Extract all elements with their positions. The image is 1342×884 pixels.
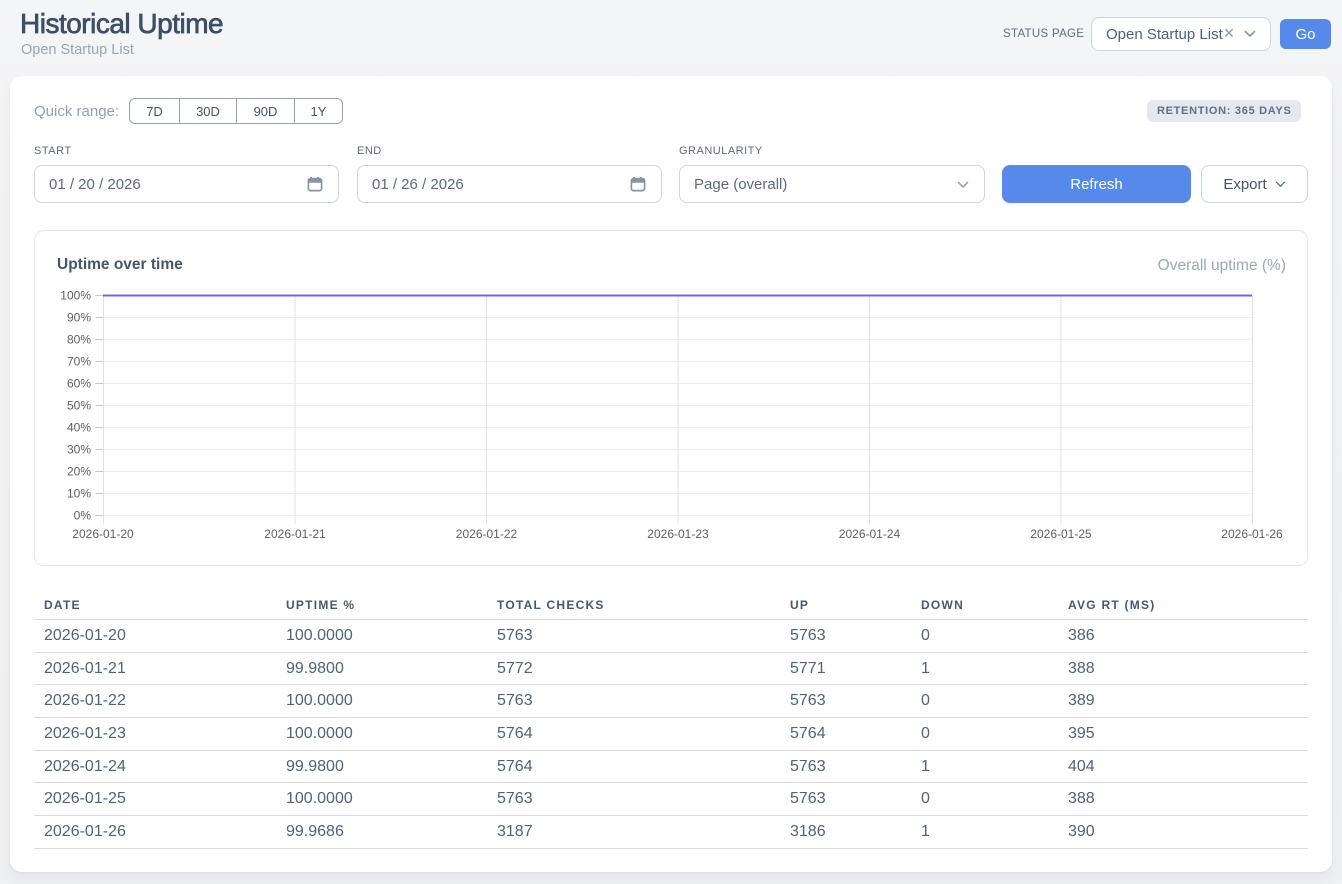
svg-text:2026-01-20: 2026-01-20 [72, 527, 134, 541]
svg-text:2026-01-21: 2026-01-21 [264, 527, 326, 541]
svg-text:70%: 70% [67, 355, 91, 369]
svg-text:0%: 0% [74, 509, 92, 523]
svg-text:2026-01-22: 2026-01-22 [456, 527, 518, 541]
svg-text:2026-01-23: 2026-01-23 [647, 527, 709, 541]
svg-text:40%: 40% [67, 421, 91, 435]
svg-text:60%: 60% [67, 377, 91, 391]
svg-text:80%: 80% [67, 333, 91, 347]
svg-text:2026-01-25: 2026-01-25 [1030, 527, 1092, 541]
svg-text:20%: 20% [67, 465, 91, 479]
svg-text:90%: 90% [67, 311, 91, 325]
svg-text:10%: 10% [67, 487, 91, 501]
svg-text:100%: 100% [60, 289, 91, 303]
svg-text:50%: 50% [67, 399, 91, 413]
svg-text:2026-01-26: 2026-01-26 [1221, 527, 1283, 541]
svg-text:30%: 30% [67, 443, 91, 457]
svg-text:2026-01-24: 2026-01-24 [839, 527, 901, 541]
